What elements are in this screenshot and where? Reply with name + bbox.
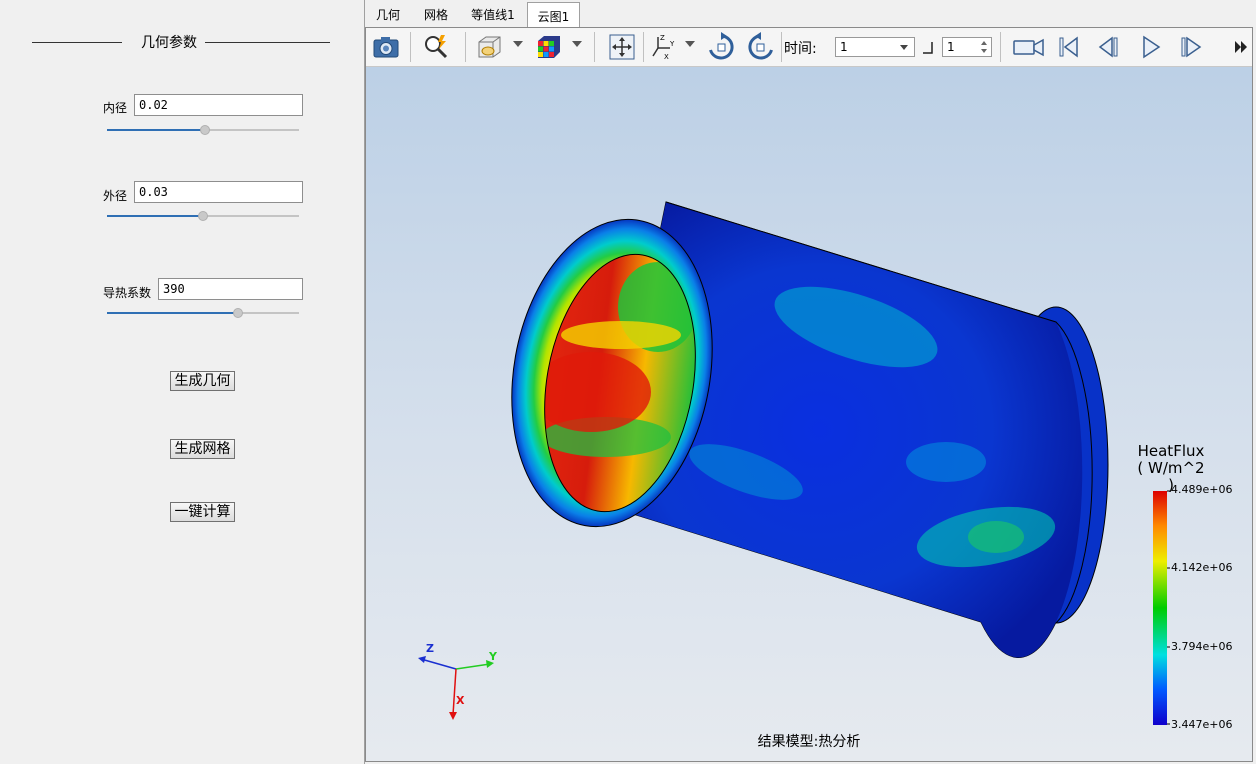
toolbar-separator (410, 32, 411, 62)
more-icon[interactable] (1232, 32, 1248, 62)
axis-z-label: Z (426, 642, 434, 655)
tab-geometry[interactable]: 几何 (366, 4, 410, 27)
axes-icon[interactable]: Z Y X (650, 32, 680, 62)
play-icon[interactable] (1136, 32, 1166, 62)
outer-diameter-slider[interactable] (107, 211, 299, 221)
generate-geometry-button[interactable]: 生成几何 (170, 371, 235, 391)
slider-fill (107, 215, 203, 217)
compute-button[interactable]: 一键计算 (170, 502, 235, 522)
slider-handle[interactable] (199, 125, 210, 135)
zoom-icon[interactable] (421, 32, 451, 62)
inner-diameter-label: 内径 (103, 101, 128, 115)
generate-mesh-button[interactable]: 生成网格 (170, 439, 235, 459)
svg-text:Y: Y (669, 40, 675, 48)
chevron-down-icon[interactable] (685, 41, 695, 47)
step-value: 1 (947, 40, 955, 54)
toolbar-separator (594, 32, 595, 62)
render-viewport[interactable]: Z Y X HeatFlux ( W/m^2 ) 4.489e+06 4.142… (366, 67, 1252, 761)
parameter-panel: 几何参数 内径 0.02 外径 0.03 导热系数 390 生成几何 生成网格 … (0, 0, 364, 764)
axis-x-label: X (456, 694, 465, 707)
record-icon[interactable] (1012, 32, 1046, 62)
rotate-cw-icon[interactable] (706, 32, 736, 62)
prev-frame-icon[interactable] (1094, 32, 1124, 62)
camera-icon[interactable] (371, 32, 401, 62)
color-cube-icon[interactable] (534, 32, 564, 62)
step-spinbox[interactable]: 1 (942, 37, 992, 57)
toolbar-separator (465, 32, 466, 62)
tab-mesh[interactable]: 网格 (414, 4, 458, 27)
orientation-axes (418, 656, 494, 720)
inner-diameter-slider[interactable] (107, 125, 299, 135)
chevron-down-icon (900, 45, 908, 50)
svg-text:X: X (664, 53, 669, 61)
legend-tick-label: 4.489e+06 (1171, 483, 1233, 496)
legend-tick-label: 3.794e+06 (1171, 640, 1233, 653)
first-frame-icon[interactable] (1054, 32, 1084, 62)
svg-text:Z: Z (660, 34, 665, 42)
toolbar-separator (1000, 32, 1001, 62)
time-label: 时间: (784, 41, 817, 57)
tab-contour[interactable]: 等值线1 (464, 4, 522, 27)
group-title: 几何参数 (141, 35, 197, 51)
chevron-down-icon[interactable] (572, 41, 582, 47)
toolbar-separator (781, 32, 782, 62)
next-frame-icon[interactable] (1176, 32, 1206, 62)
outer-diameter-input[interactable]: 0.03 (134, 181, 303, 203)
fit-view-icon[interactable] (607, 32, 637, 62)
step-icon (923, 42, 933, 54)
spin-down-icon[interactable] (981, 49, 987, 53)
legend-quantity: HeatFlux (1137, 442, 1205, 460)
result-scene (418, 201, 1170, 725)
inner-diameter-input[interactable]: 0.02 (134, 94, 303, 116)
slider-handle[interactable] (232, 308, 243, 318)
toolbar-separator (643, 32, 644, 62)
chevron-down-icon[interactable] (513, 41, 523, 47)
tab-cloud[interactable]: 云图1 (527, 2, 580, 28)
time-select[interactable]: 1 (835, 37, 915, 57)
spin-up-icon[interactable] (981, 41, 987, 45)
legend-colorbar (1153, 491, 1167, 725)
slider-fill (107, 312, 238, 314)
legend-tick-label: 3.447e+06 (1171, 718, 1233, 731)
display-mode-icon[interactable] (474, 32, 504, 62)
conductivity-input[interactable]: 390 (158, 278, 303, 300)
outer-diameter-label: 外径 (103, 189, 128, 203)
slider-handle[interactable] (198, 211, 208, 221)
conductivity-slider[interactable] (107, 308, 299, 318)
result-model-label: 结果模型:热分析 (757, 734, 861, 750)
conductivity-label: 导热系数 (103, 286, 152, 300)
render-toolbar: Z Y X 时间: 1 1 (366, 28, 1252, 67)
slider-fill (107, 129, 205, 131)
time-select-value: 1 (840, 40, 848, 54)
axis-y-label: Y (489, 650, 497, 663)
rotate-ccw-icon[interactable] (746, 32, 776, 62)
legend-tick-label: 4.142e+06 (1171, 561, 1233, 574)
group-divider-right (205, 42, 330, 43)
group-divider-left (32, 42, 122, 43)
